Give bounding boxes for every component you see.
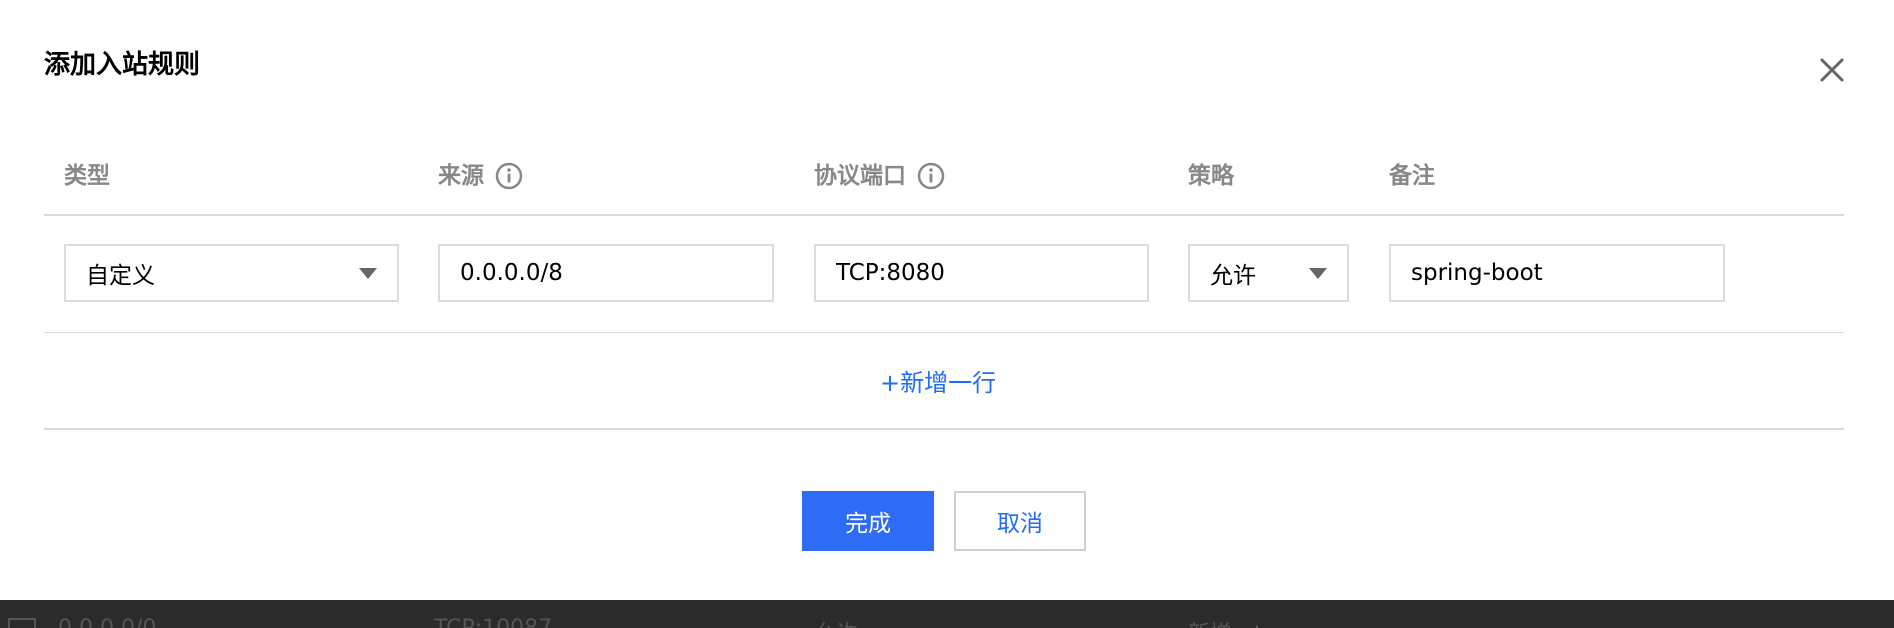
info-icon[interactable] — [494, 161, 524, 191]
type-select-value: 自定义 — [86, 263, 155, 289]
column-header-policy-label: 策略 — [1188, 163, 1234, 189]
dialog-title: 添加入站规则 — [44, 50, 201, 80]
background-row-source: 0.0.0.0/0 — [58, 616, 156, 628]
column-header-type-label: 类型 — [64, 163, 110, 189]
column-header-type: 类型 — [64, 160, 110, 192]
column-header-note-label: 备注 — [1389, 163, 1435, 189]
source-input-field[interactable] — [460, 260, 772, 286]
column-header-note: 备注 — [1389, 160, 1435, 192]
note-input[interactable] — [1389, 244, 1725, 302]
confirm-button[interactable]: 完成 — [802, 491, 934, 551]
column-header-source-label: 来源 — [438, 163, 484, 189]
row-divider — [44, 332, 1844, 333]
protocol-port-input-field[interactable] — [836, 260, 1147, 286]
add-inbound-rule-dialog: 添加入站规则 类型 来源 协议端口 策略 备注 自定义 0.0.0.0/8 TC… — [0, 0, 1894, 600]
chevron-down-icon — [359, 268, 377, 279]
close-icon[interactable] — [1814, 52, 1850, 88]
background-row-protocol-port: TCP:10087 — [434, 616, 552, 628]
cancel-button[interactable]: 取消 — [954, 491, 1086, 551]
background-row-policy: 允许 — [814, 616, 858, 628]
table-bottom-divider — [44, 428, 1844, 430]
background-row-note: 新增一t — [1188, 616, 1263, 628]
column-header-protocol-port: 协议端口 — [814, 160, 946, 192]
add-row-link[interactable]: +新增一行 — [880, 366, 996, 400]
header-divider — [44, 214, 1844, 216]
column-header-source: 来源 — [438, 160, 524, 192]
policy-select-value: 允许 — [1210, 263, 1256, 289]
column-header-protocol-port-label: 协议端口 — [814, 163, 906, 189]
column-header-policy: 策略 — [1188, 160, 1234, 192]
background-row-checkbox — [8, 618, 36, 628]
modal-backdrop: 0.0.0.0/0 TCP:10087 允许 新增一t — [0, 600, 1894, 628]
note-input-field[interactable] — [1411, 260, 1723, 286]
chevron-down-icon — [1309, 268, 1327, 279]
source-input[interactable] — [438, 244, 774, 302]
policy-select[interactable]: 允许 — [1188, 244, 1349, 302]
info-icon[interactable] — [916, 161, 946, 191]
protocol-port-input[interactable] — [814, 244, 1149, 302]
type-select[interactable]: 自定义 — [64, 244, 399, 302]
